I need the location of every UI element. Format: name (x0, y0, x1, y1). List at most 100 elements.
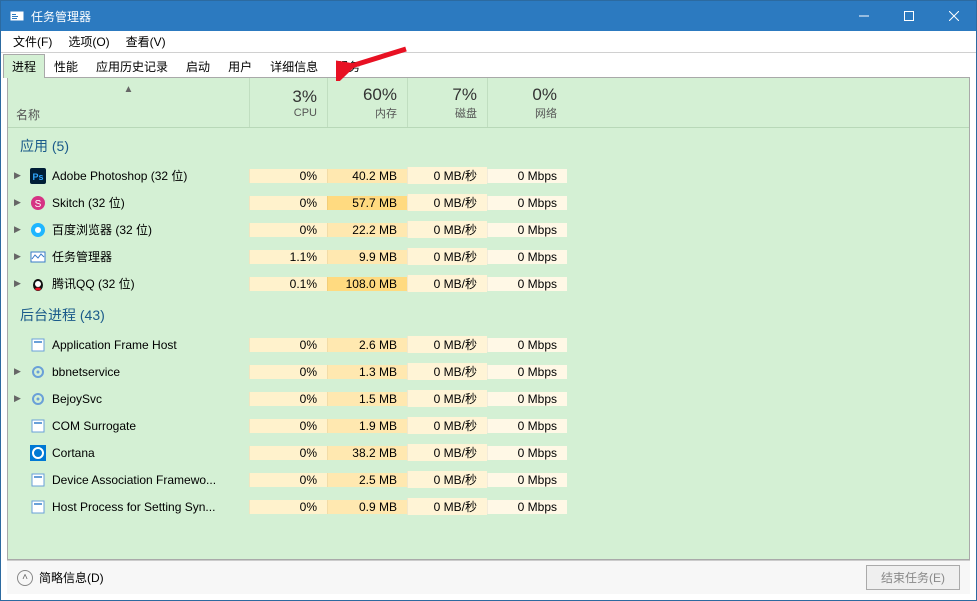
cell-net: 0 Mbps (487, 196, 567, 210)
cell-net: 0 Mbps (487, 392, 567, 406)
chevron-right-icon[interactable]: ▶ (14, 251, 26, 262)
cell-net: 0 Mbps (487, 419, 567, 433)
process-row[interactable]: ▶任务管理器1.1%9.9 MB0 MB/秒0 Mbps (8, 243, 969, 270)
cell-disk: 0 MB/秒 (407, 275, 487, 292)
col-mem[interactable]: 60% 内存 (327, 78, 407, 127)
process-row[interactable]: ▶PsAdobe Photoshop (32 位)0%40.2 MB0 MB/秒… (8, 162, 969, 189)
content-area: ▲ 名称 3% CPU 60% 内存 7% 磁盘 0% 网络 应用 (5) (7, 77, 970, 560)
cell-net: 0 Mbps (487, 365, 567, 379)
cell-cpu: 0% (249, 500, 327, 514)
process-icon (30, 472, 46, 488)
maximize-button[interactable] (886, 1, 931, 31)
col-disk[interactable]: 7% 磁盘 (407, 78, 487, 127)
process-icon: Ps (30, 168, 46, 184)
cell-disk: 0 MB/秒 (407, 363, 487, 380)
cell-disk: 0 MB/秒 (407, 194, 487, 211)
process-icon (30, 337, 46, 353)
process-row[interactable]: ▶Device Association Framewo...0%2.5 MB0 … (8, 466, 969, 493)
disk-total: 7% (452, 85, 477, 105)
cell-net: 0 Mbps (487, 446, 567, 460)
process-row[interactable]: ▶Application Frame Host0%2.6 MB0 MB/秒0 M… (8, 331, 969, 358)
net-total: 0% (532, 85, 557, 105)
chevron-right-icon[interactable]: ▶ (14, 197, 26, 208)
chevron-right-icon[interactable]: ▶ (14, 393, 26, 404)
cell-mem: 38.2 MB (327, 446, 407, 460)
process-row[interactable]: ▶腾讯QQ (32 位)0.1%108.0 MB0 MB/秒0 Mbps (8, 270, 969, 297)
cell-mem: 2.6 MB (327, 338, 407, 352)
process-row[interactable]: ▶COM Surrogate0%1.9 MB0 MB/秒0 Mbps (8, 412, 969, 439)
process-name: 腾讯QQ (32 位) (52, 275, 135, 292)
process-name: BejoySvc (52, 392, 102, 406)
group-bg[interactable]: 后台进程 (43) (8, 297, 969, 331)
col-name[interactable]: ▲ 名称 (8, 78, 249, 127)
process-icon (30, 445, 46, 461)
process-name: Host Process for Setting Syn... (52, 500, 215, 514)
net-label: 网络 (535, 105, 557, 121)
chevron-right-icon[interactable]: ▶ (14, 278, 26, 289)
chevron-right-icon[interactable]: ▶ (14, 366, 26, 377)
cell-cpu: 0% (249, 392, 327, 406)
window-title: 任务管理器 (31, 8, 841, 25)
fewer-details-link[interactable]: 简略信息(D) (39, 569, 104, 586)
cell-disk: 0 MB/秒 (407, 221, 487, 238)
process-name: Adobe Photoshop (32 位) (52, 167, 187, 184)
sort-indicator-icon: ▲ (124, 84, 134, 95)
titlebar[interactable]: 任务管理器 (1, 1, 976, 31)
end-task-button[interactable]: 结束任务(E) (866, 565, 960, 590)
menu-options[interactable]: 选项(O) (60, 31, 117, 52)
process-name: Skitch (32 位) (52, 194, 125, 211)
cell-net: 0 Mbps (487, 223, 567, 237)
close-button[interactable] (931, 1, 976, 31)
process-row[interactable]: ▶Host Process for Setting Syn...0%0.9 MB… (8, 493, 969, 520)
menu-file[interactable]: 文件(F) (5, 31, 60, 52)
group-apps[interactable]: 应用 (5) (8, 128, 969, 162)
process-row[interactable]: ▶SSkitch (32 位)0%57.7 MB0 MB/秒0 Mbps (8, 189, 969, 216)
cell-disk: 0 MB/秒 (407, 390, 487, 407)
tab-services[interactable]: 服务 (327, 54, 369, 78)
tab-apphistory[interactable]: 应用历史记录 (87, 54, 177, 78)
cell-mem: 1.5 MB (327, 392, 407, 406)
cell-disk: 0 MB/秒 (407, 444, 487, 461)
cell-cpu: 1.1% (249, 250, 327, 264)
cell-mem: 1.9 MB (327, 419, 407, 433)
chevron-right-icon[interactable]: ▶ (14, 224, 26, 235)
column-headers: ▲ 名称 3% CPU 60% 内存 7% 磁盘 0% 网络 (8, 78, 969, 128)
process-name: 任务管理器 (52, 248, 112, 265)
chevron-up-icon[interactable]: ˄ (17, 570, 33, 586)
menubar: 文件(F) 选项(O) 查看(V) (1, 31, 976, 53)
process-row[interactable]: ▶ BejoySvc 0%1.5 MB0 MB/秒0 Mbps (8, 385, 969, 412)
col-name-label: 名称 (16, 106, 241, 123)
process-row[interactable]: ▶Cortana0%38.2 MB0 MB/秒0 Mbps (8, 439, 969, 466)
process-icon (30, 499, 46, 515)
cell-cpu: 0% (249, 223, 327, 237)
tab-startup[interactable]: 启动 (177, 54, 219, 78)
process-icon (30, 418, 46, 434)
cell-mem: 1.3 MB (327, 365, 407, 379)
tab-users[interactable]: 用户 (219, 54, 261, 78)
minimize-button[interactable] (841, 1, 886, 31)
tab-details[interactable]: 详细信息 (261, 54, 327, 78)
cpu-total: 3% (292, 87, 317, 107)
process-row[interactable]: ▶百度浏览器 (32 位)0%22.2 MB0 MB/秒0 Mbps (8, 216, 969, 243)
cell-mem: 108.0 MB (327, 277, 407, 291)
cell-disk: 0 MB/秒 (407, 417, 487, 434)
app-icon (9, 8, 25, 24)
statusbar: ˄ 简略信息(D) 结束任务(E) (7, 560, 970, 594)
tab-performance[interactable]: 性能 (45, 54, 87, 78)
chevron-right-icon[interactable]: ▶ (14, 170, 26, 181)
process-icon (30, 222, 46, 238)
col-net[interactable]: 0% 网络 (487, 78, 567, 127)
tab-processes[interactable]: 进程 (3, 54, 45, 78)
process-name: bbnetservice (52, 365, 120, 379)
cell-net: 0 Mbps (487, 250, 567, 264)
svg-text:Ps: Ps (32, 172, 43, 182)
process-row[interactable]: ▶bbnetservice0%1.3 MB0 MB/秒0 Mbps (8, 358, 969, 385)
col-cpu[interactable]: 3% CPU (249, 78, 327, 127)
mem-total: 60% (363, 85, 397, 105)
process-list[interactable]: 应用 (5) ▶PsAdobe Photoshop (32 位)0%40.2 M… (8, 128, 969, 559)
cell-mem: 22.2 MB (327, 223, 407, 237)
menu-view[interactable]: 查看(V) (118, 31, 174, 52)
cell-cpu: 0% (249, 446, 327, 460)
cell-cpu: 0% (249, 473, 327, 487)
process-icon (30, 249, 46, 265)
